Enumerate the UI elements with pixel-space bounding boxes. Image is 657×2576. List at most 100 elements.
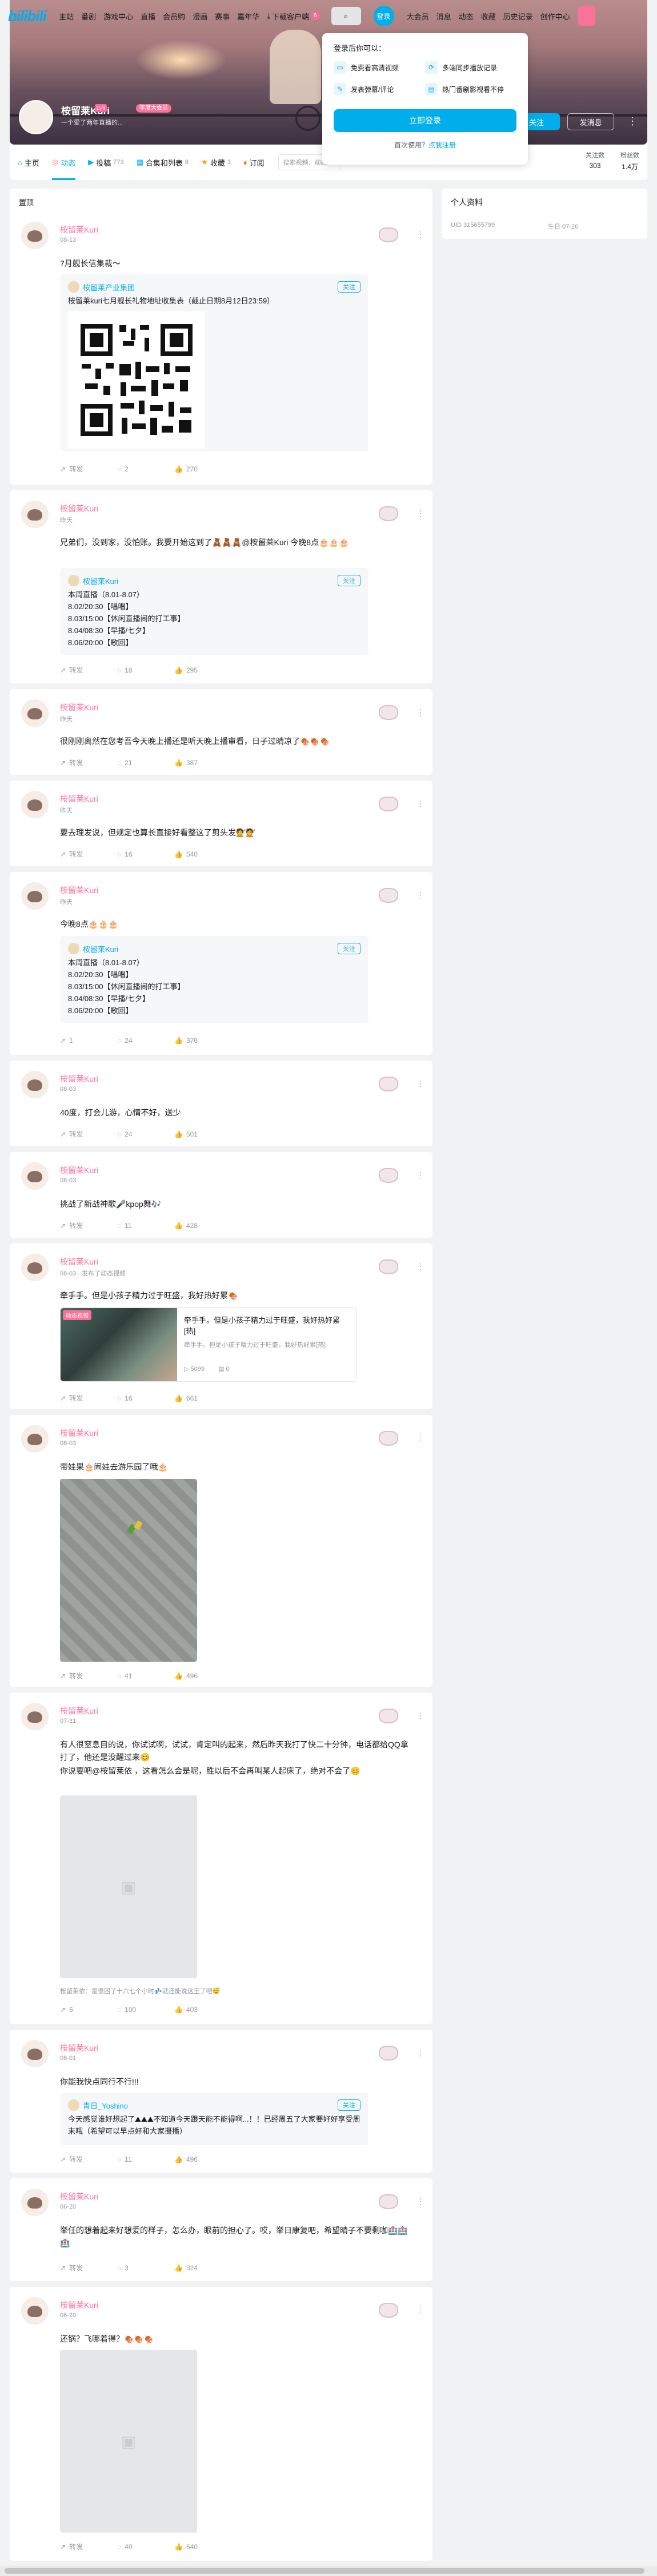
post-avatar[interactable] xyxy=(21,501,49,528)
more-options-icon[interactable]: ⋮ xyxy=(627,115,638,127)
quote-follow-button[interactable]: 关注 xyxy=(338,575,360,586)
post-menu-icon[interactable]: ⋮ xyxy=(416,2305,424,2315)
forward-button[interactable]: ↗ 转发 xyxy=(60,758,117,767)
search-button[interactable]: ⌕ xyxy=(331,7,361,25)
quote-author[interactable]: 桉留莱产业集团 xyxy=(83,282,135,293)
post-avatar[interactable] xyxy=(21,2040,49,2067)
like-button[interactable]: 👍 270 xyxy=(174,464,231,474)
nav-link-main[interactable]: 主站 xyxy=(59,11,74,22)
forward-button[interactable]: ↗ 转发 xyxy=(60,464,117,474)
quote-author[interactable]: 青日_Yoshino xyxy=(83,2100,128,2111)
like-button[interactable]: 👍 295 xyxy=(174,665,231,675)
forward-button[interactable]: ↗ 1 xyxy=(60,1037,117,1045)
post-menu-icon[interactable]: ⋮ xyxy=(416,1433,424,1443)
like-button[interactable]: 👍 428 xyxy=(174,1221,231,1230)
comment-button[interactable]: ◌ 3 xyxy=(117,2263,174,2273)
nav-link-carnival[interactable]: 嘉年华 xyxy=(237,11,259,22)
nav-link-dynamics[interactable]: 动态 xyxy=(459,11,474,22)
quoted-post[interactable]: 桉留莱Kuri 关注 本周直播（8.01-8.07） 8.02/20:30【唱唱… xyxy=(60,568,368,655)
comment-button[interactable]: ◌ 100 xyxy=(117,2006,174,2014)
post-avatar[interactable] xyxy=(21,791,49,818)
quote-author[interactable]: 桉留莱Kuri xyxy=(83,943,118,954)
comment-button[interactable]: ◌ 40 xyxy=(117,2542,174,2551)
nav-link-manga[interactable]: 漫画 xyxy=(193,11,207,22)
nav-link-live[interactable]: 直播 xyxy=(141,11,155,22)
login-avatar-button[interactable]: 登录 xyxy=(373,6,394,26)
stat-following[interactable]: 关注数 303 xyxy=(586,150,604,171)
post-menu-icon[interactable]: ⋮ xyxy=(416,707,424,717)
message-button[interactable]: 发消息 xyxy=(567,113,614,130)
forward-button[interactable]: ↗ 转发 xyxy=(60,849,117,859)
nav-link-mall[interactable]: 会员购 xyxy=(163,11,185,22)
post-menu-icon[interactable]: ⋮ xyxy=(416,509,424,518)
nav-link-creator[interactable]: 创作中心 xyxy=(540,11,570,22)
login-now-button[interactable]: 立即登录 xyxy=(334,109,516,132)
register-link[interactable]: 点我注册 xyxy=(428,141,456,149)
post-menu-icon[interactable]: ⋮ xyxy=(416,230,424,239)
post-menu-icon[interactable]: ⋮ xyxy=(416,890,424,900)
nav-link-game[interactable]: 游戏中心 xyxy=(103,11,133,22)
post-author[interactable]: 桉留莱Kuri xyxy=(60,503,98,514)
post-avatar[interactable] xyxy=(21,1425,49,1453)
quote-follow-button[interactable]: 关注 xyxy=(338,2099,360,2111)
quoted-post[interactable]: 青日_Yoshino 关注 今天感觉谁好想起了⛰⛰⛰不知道今天跟天能不能得啊..… xyxy=(60,2093,368,2145)
tab-videos[interactable]: ▶ 投稿 773 xyxy=(88,145,123,180)
quoted-post[interactable]: 桉留莱Kuri 关注 本周直播（8.01-8.07） 8.02/20:30【唱唱… xyxy=(60,936,368,1023)
post-author[interactable]: 桉留莱Kuri xyxy=(60,1705,98,1717)
post-avatar[interactable] xyxy=(21,1162,49,1190)
post-author[interactable]: 桉留莱Kuri xyxy=(60,1073,98,1085)
post-image-placeholder[interactable]: ▣ xyxy=(60,2350,197,2533)
post-menu-icon[interactable]: ⋮ xyxy=(416,799,424,809)
post-menu-icon[interactable]: ⋮ xyxy=(416,2048,424,2058)
post-author[interactable]: 桉留莱Kuri xyxy=(60,2042,98,2054)
post-image-placeholder[interactable]: ▣ xyxy=(60,1795,197,1978)
comment-button[interactable]: ◌ 11 xyxy=(117,2154,174,2164)
tab-collections[interactable]: ▦ 合集和列表 8 xyxy=(137,145,189,180)
forward-button[interactable]: ↗ 转发 xyxy=(60,1393,117,1403)
bilibili-logo[interactable]: bilibili xyxy=(8,7,47,25)
post-avatar[interactable] xyxy=(21,1703,49,1730)
post-author[interactable]: 桉留莱Kuri xyxy=(60,1256,98,1267)
tab-subscriptions[interactable]: ♦ 订阅 xyxy=(243,145,265,180)
post-avatar[interactable] xyxy=(21,1254,49,1281)
horizontal-scrollbar[interactable] xyxy=(0,2566,657,2576)
upload-button[interactable] xyxy=(578,6,595,26)
post-avatar[interactable] xyxy=(21,1071,49,1098)
comment-button[interactable]: ◌ 24 xyxy=(117,1037,174,1045)
like-button[interactable]: 👍 496 xyxy=(174,2154,231,2164)
nav-link-messages[interactable]: 消息 xyxy=(436,11,451,22)
forward-button[interactable]: ↗ 转发 xyxy=(60,2542,117,2551)
nav-link-vip[interactable]: 大会员 xyxy=(407,11,429,22)
post-author[interactable]: 桉留莱Kuri xyxy=(60,702,98,713)
download-client-button[interactable]: ⤓ 下载客户端 6 xyxy=(267,11,320,22)
quoted-post[interactable]: 桉留莱产业集团 关注 桉留莱kuri七月舰长礼物地址收集表（截止日期8月12日2… xyxy=(60,274,368,451)
comment-button[interactable]: ◌ 24 xyxy=(117,1129,174,1139)
post-avatar[interactable] xyxy=(21,699,49,727)
post-menu-icon[interactable]: ⋮ xyxy=(416,1711,424,1721)
comment-button[interactable]: ◌ 21 xyxy=(117,758,174,767)
comment-button[interactable]: ◌ 16 xyxy=(117,1393,174,1403)
tab-home[interactable]: ⌂ 主页 xyxy=(18,145,39,180)
comment-button[interactable]: ◌ 41 xyxy=(117,1671,174,1681)
like-button[interactable]: 👍 376 xyxy=(174,1037,231,1045)
comment-button[interactable]: ◌ 11 xyxy=(117,1221,174,1230)
video-title[interactable]: 牵手手。但是小孩子精力过于旺盛，我好热好累[热] xyxy=(184,1315,350,1337)
like-button[interactable]: 👍 403 xyxy=(174,2006,231,2014)
post-author[interactable]: 桉留莱Kuri xyxy=(60,1427,98,1439)
post-avatar[interactable] xyxy=(21,222,49,249)
like-button[interactable]: 👍 496 xyxy=(174,1671,231,1681)
post-menu-icon[interactable]: ⋮ xyxy=(416,2197,424,2206)
post-avatar[interactable] xyxy=(21,2189,49,2216)
comment-button[interactable]: ◌ 2 xyxy=(117,464,174,474)
comment-button[interactable]: ◌ 18 xyxy=(117,665,174,675)
like-button[interactable]: 👍 661 xyxy=(174,1393,231,1403)
stat-followers[interactable]: 粉丝数 1.4万 xyxy=(620,150,639,171)
quote-follow-button[interactable]: 关注 xyxy=(338,281,360,293)
post-avatar[interactable] xyxy=(21,882,49,910)
post-avatar[interactable] xyxy=(21,2297,49,2325)
post-author[interactable]: 桉留莱Kuri xyxy=(60,2191,98,2202)
post-menu-icon[interactable]: ⋮ xyxy=(416,1170,424,1180)
comment-preview[interactable]: 桉留莱依：是很困了十六七个小时💤就还能说这王了吧😴 xyxy=(60,1986,403,1995)
post-menu-icon[interactable]: ⋮ xyxy=(416,1079,424,1089)
forward-button[interactable]: ↗ 转发 xyxy=(60,1129,117,1139)
